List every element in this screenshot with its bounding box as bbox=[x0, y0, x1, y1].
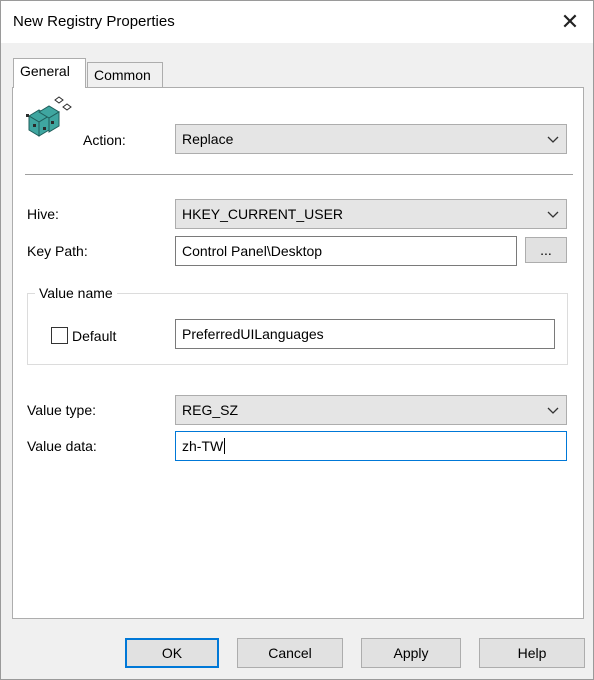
chevron-down-icon bbox=[547, 136, 559, 143]
value-type-label: Value type: bbox=[27, 402, 97, 418]
value-data-input[interactable]: zh-TW bbox=[175, 431, 567, 461]
hive-label: Hive: bbox=[27, 206, 59, 222]
registry-cubes-icon bbox=[26, 96, 72, 137]
ok-button[interactable]: OK bbox=[125, 638, 219, 668]
chevron-down-icon bbox=[547, 211, 559, 218]
separator bbox=[25, 174, 573, 175]
value-data-label: Value data: bbox=[27, 438, 97, 454]
chevron-down-icon bbox=[547, 407, 559, 414]
default-checkbox[interactable] bbox=[51, 327, 68, 344]
value-type-value: REG_SZ bbox=[182, 402, 239, 418]
general-panel: Action: Replace Hive: HKEY_CURRENT_USER … bbox=[12, 87, 584, 619]
cancel-button[interactable]: Cancel bbox=[237, 638, 343, 668]
dialog-window: New Registry Properties ✕ General Common bbox=[0, 0, 594, 680]
text-caret bbox=[224, 438, 226, 454]
help-button[interactable]: Help bbox=[479, 638, 585, 668]
close-icon[interactable]: ✕ bbox=[547, 1, 593, 43]
tab-general[interactable]: General bbox=[13, 58, 86, 88]
browse-button[interactable]: ... bbox=[525, 237, 567, 263]
window-title: New Registry Properties bbox=[13, 13, 175, 30]
key-path-value: Control Panel\Desktop bbox=[182, 243, 323, 259]
action-label: Action: bbox=[83, 132, 126, 148]
value-name-value: PreferredUILanguages bbox=[182, 326, 324, 342]
tab-common[interactable]: Common bbox=[87, 62, 163, 88]
value-type-dropdown[interactable]: REG_SZ bbox=[175, 395, 567, 425]
value-name-input[interactable]: PreferredUILanguages bbox=[175, 319, 555, 349]
value-data-value: zh-TW bbox=[182, 438, 224, 454]
default-checkbox-label[interactable]: Default bbox=[72, 328, 116, 344]
value-name-group-label: Value name bbox=[35, 285, 117, 301]
apply-button[interactable]: Apply bbox=[361, 638, 461, 668]
key-path-input[interactable]: Control Panel\Desktop bbox=[175, 236, 517, 266]
key-path-label: Key Path: bbox=[27, 243, 88, 259]
title-bar[interactable]: New Registry Properties ✕ bbox=[1, 1, 593, 43]
hive-value: HKEY_CURRENT_USER bbox=[182, 206, 344, 222]
tab-general-label: General bbox=[20, 63, 70, 79]
hive-dropdown[interactable]: HKEY_CURRENT_USER bbox=[175, 199, 567, 229]
tab-common-label: Common bbox=[94, 67, 151, 83]
action-dropdown[interactable]: Replace bbox=[175, 124, 567, 154]
action-value: Replace bbox=[182, 131, 234, 147]
